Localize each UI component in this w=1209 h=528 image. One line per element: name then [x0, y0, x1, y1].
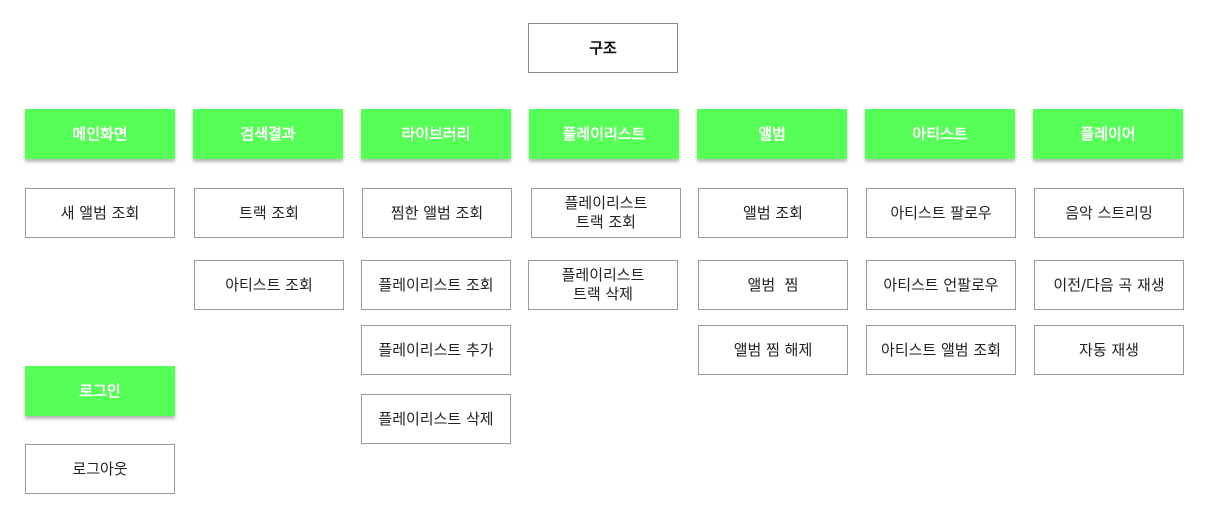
- category-library: 라이브러리: [361, 109, 511, 159]
- item-label: 앨범 조회: [743, 203, 803, 222]
- item-label: 아티스트 팔로우: [890, 203, 992, 222]
- category-artist-label: 아티스트: [912, 124, 968, 143]
- item-new-album-lookup: 새 앨범 조회: [25, 188, 175, 238]
- item-playlist-track-delete: 플레이리스트 트랙 삭제: [528, 260, 678, 310]
- item-album-lookup: 앨범 조회: [698, 188, 848, 238]
- item-label: 플레이리스트 트랙 조회: [564, 194, 648, 231]
- item-label: 이전/다음 곡 재생: [1053, 275, 1165, 294]
- item-label: 플레이리스트 조회: [378, 275, 494, 294]
- category-artist: 아티스트: [865, 109, 1015, 159]
- item-playlist-lookup: 플레이리스트 조회: [361, 260, 511, 310]
- category-search: 검색결과: [193, 109, 343, 159]
- item-label: 트랙 조회: [239, 203, 299, 222]
- item-artist-follow: 아티스트 팔로우: [866, 188, 1016, 238]
- category-main-label: 메인화면: [72, 124, 128, 143]
- item-playlist-track-lookup: 플레이리스트 트랙 조회: [531, 188, 681, 238]
- item-prev-next-play: 이전/다음 곡 재생: [1034, 260, 1184, 310]
- item-artist-lookup: 아티스트 조회: [194, 260, 344, 310]
- item-music-streaming: 음악 스트리밍: [1034, 188, 1184, 238]
- root-label: 구조: [589, 38, 617, 57]
- item-label: 앨범 찜: [747, 275, 799, 294]
- item-logout: 로그아웃: [25, 444, 175, 494]
- category-player: 플레이어: [1033, 109, 1183, 159]
- item-label: 로그아웃: [72, 459, 128, 478]
- category-album: 앨범: [697, 109, 847, 159]
- item-label: 아티스트 언팔로우: [883, 275, 999, 294]
- item-liked-album-lookup: 찜한 앨범 조회: [362, 188, 512, 238]
- category-playlist: 플레이리스트: [529, 109, 679, 159]
- item-playlist-delete: 플레이리스트 삭제: [361, 394, 511, 444]
- category-playlist-label: 플레이리스트: [562, 124, 646, 143]
- root-node: 구조: [528, 23, 678, 73]
- category-login-label: 로그인: [79, 381, 121, 400]
- category-login: 로그인: [25, 366, 175, 416]
- item-label: 새 앨범 조회: [60, 203, 140, 222]
- item-label: 플레이리스트 추가: [378, 340, 494, 359]
- category-search-label: 검색결과: [240, 124, 296, 143]
- item-track-lookup: 트랙 조회: [194, 188, 344, 238]
- item-label: 플레이리스트 트랙 삭제: [561, 266, 645, 303]
- item-label: 음악 스트리밍: [1065, 203, 1153, 222]
- item-album-unlike: 앨범 찜 해제: [698, 325, 848, 375]
- item-label: 아티스트 앨범 조회: [881, 340, 1001, 359]
- item-playlist-add: 플레이리스트 추가: [361, 325, 511, 375]
- item-label: 앨범 찜 해제: [733, 340, 813, 359]
- category-player-label: 플레이어: [1080, 124, 1136, 143]
- category-library-label: 라이브러리: [401, 124, 471, 143]
- item-album-like: 앨범 찜: [698, 260, 848, 310]
- category-album-label: 앨범: [758, 124, 786, 143]
- item-label: 자동 재생: [1079, 340, 1139, 359]
- item-label: 찜한 앨범 조회: [390, 203, 484, 222]
- item-artist-unfollow: 아티스트 언팔로우: [866, 260, 1016, 310]
- category-main: 메인화면: [25, 109, 175, 159]
- item-artist-album-lookup: 아티스트 앨범 조회: [866, 325, 1016, 375]
- item-label: 아티스트 조회: [225, 275, 313, 294]
- item-label: 플레이리스트 삭제: [378, 409, 494, 428]
- item-auto-play: 자동 재생: [1034, 325, 1184, 375]
